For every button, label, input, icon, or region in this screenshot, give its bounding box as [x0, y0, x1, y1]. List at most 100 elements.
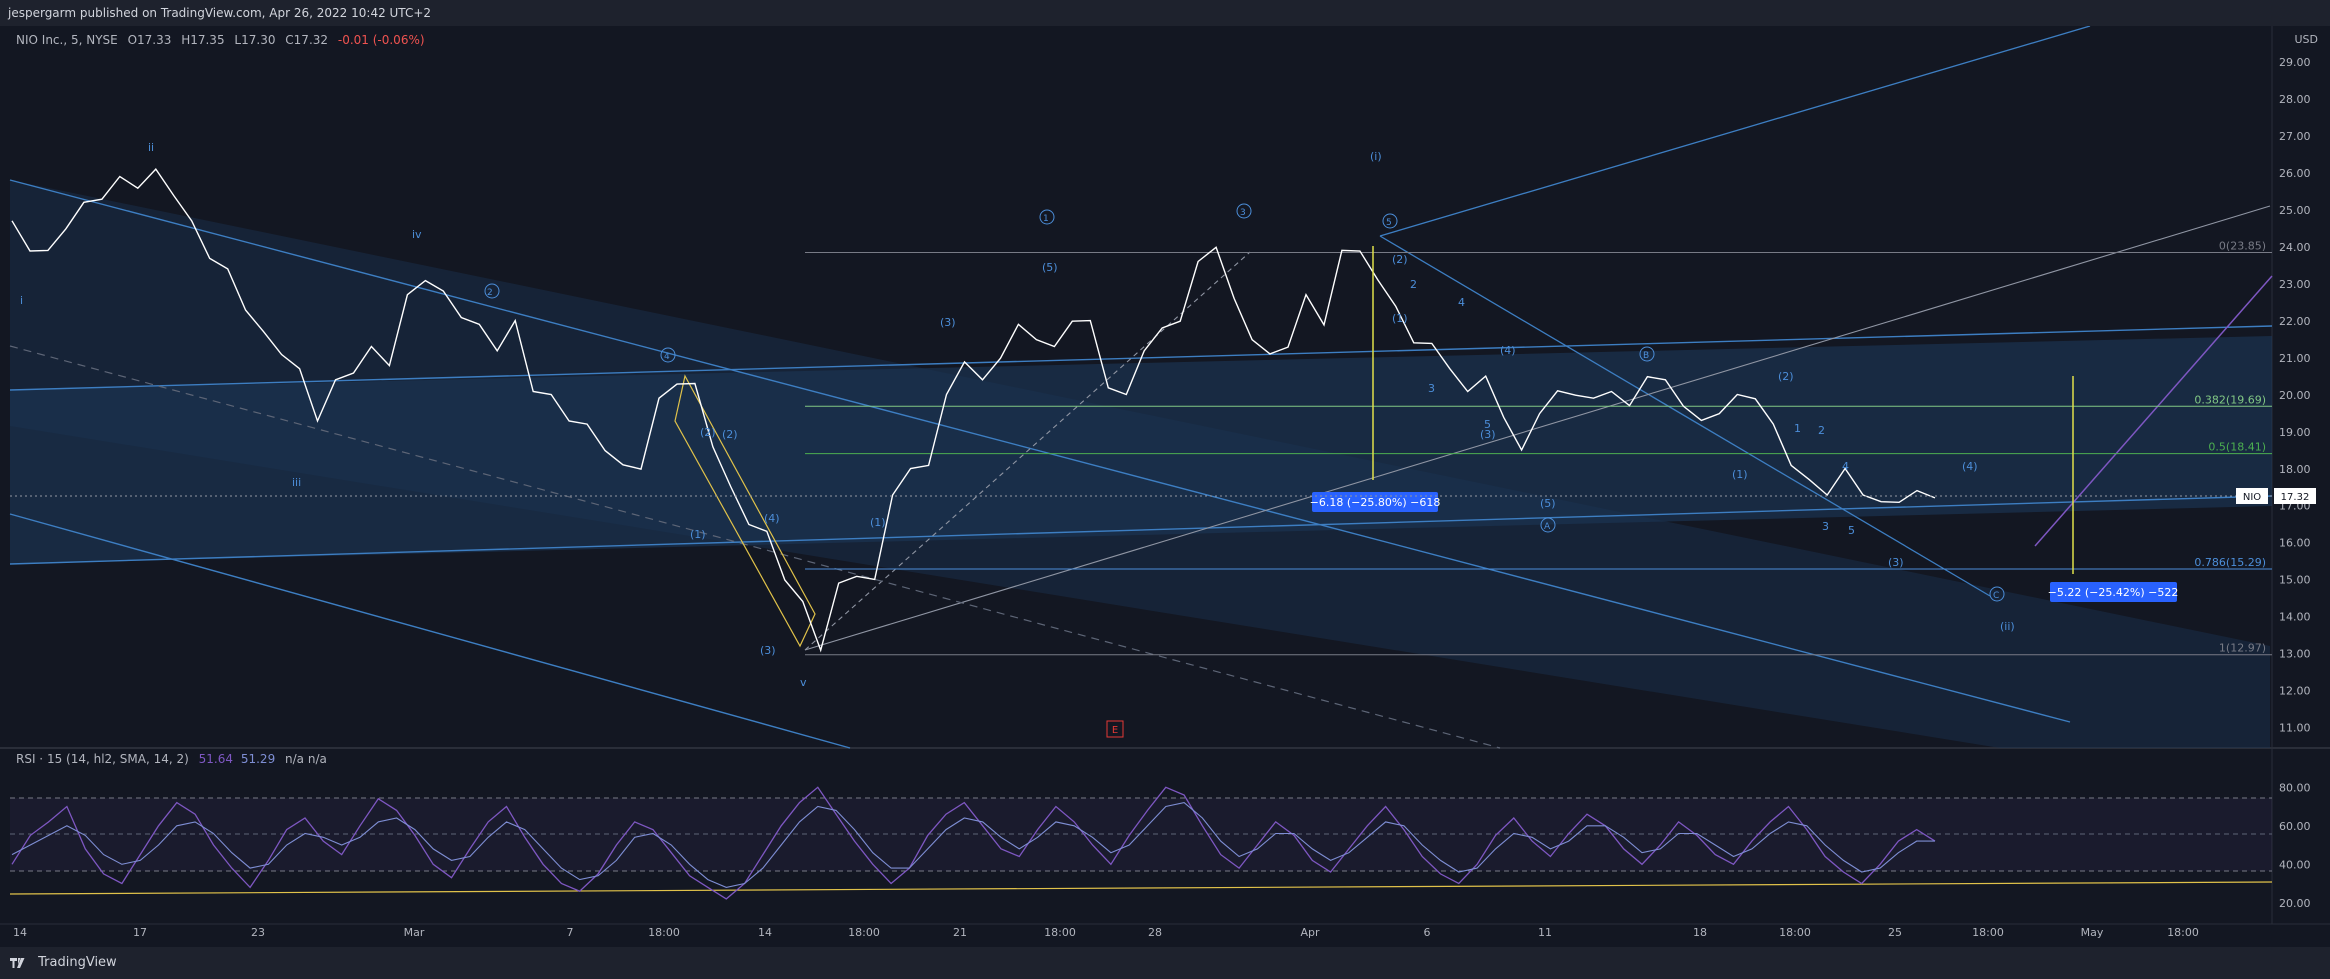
svg-text:(1): (1): [1732, 468, 1748, 481]
svg-text:(3): (3): [1888, 556, 1904, 569]
rsi-legend[interactable]: RSI · 15 (14, hl2, SMA, 14, 2) 51.64 51.…: [16, 752, 327, 766]
price-axis-tick: 20.00: [2279, 389, 2311, 402]
rsi-band: [10, 798, 2272, 871]
svg-text:(2): (2): [722, 428, 738, 441]
time-axis-tick: 18:00: [848, 926, 880, 939]
time-axis-tick: 18:00: [1044, 926, 1076, 939]
rsi-value-2: 51.29: [240, 752, 276, 766]
time-axis-tick: May: [2081, 926, 2104, 939]
svg-text:(1): (1): [870, 516, 886, 529]
svg-text:(5): (5): [1540, 497, 1556, 510]
fib-label: 1(12.97): [2219, 642, 2266, 655]
svg-text:3: 3: [1240, 208, 1246, 218]
svg-text:(2): (2): [1778, 370, 1794, 383]
svg-text:(3): (3): [760, 644, 776, 657]
svg-text:4: 4: [664, 352, 670, 362]
legend-change: -0.01 (-0.06%): [337, 33, 425, 47]
time-axis-tick: 11: [1538, 926, 1552, 939]
time-axis-tick: 14: [13, 926, 27, 939]
symbol-tag-text: NIO: [2243, 492, 2261, 503]
price-axis-tick: 13.00: [2279, 648, 2311, 661]
rsi-axis-tick: 20.00: [2279, 897, 2311, 910]
symbol-legend[interactable]: NIO Inc., 5, NYSE O17.33 H17.35 L17.30 C…: [16, 33, 431, 47]
svg-text:(1): (1): [1392, 312, 1408, 325]
price-axis-tick: 24.00: [2279, 241, 2311, 254]
fib-label: 0(23.85): [2219, 240, 2266, 253]
earnings-event-text: E: [1112, 725, 1118, 736]
time-axis-tick: Mar: [404, 926, 425, 939]
price-axis-tick: 23.00: [2279, 278, 2311, 291]
price-axis-tick: 12.00: [2279, 685, 2311, 698]
svg-text:(4): (4): [1962, 460, 1978, 473]
footer-brand: TradingView: [38, 955, 117, 970]
price-axis-tick: 27.00: [2279, 130, 2311, 143]
measure-box-2-text: −5.22 (−25.42%) −522: [2048, 586, 2179, 599]
time-axis-tick: 6: [1424, 926, 1431, 939]
svg-text:2: 2: [1410, 278, 1417, 291]
rsi-trendline: [9, 881, 2273, 895]
time-axis-tick: 18:00: [1779, 926, 1811, 939]
price-tag-text: 17.32: [2281, 492, 2310, 503]
svg-text:(4): (4): [1500, 344, 1516, 357]
time-axis-tick: 18:00: [648, 926, 680, 939]
fib-label: 0.786(15.29): [2194, 556, 2266, 569]
wave-label: iv: [412, 228, 422, 241]
currency-label[interactable]: USD: [2294, 33, 2318, 46]
svg-text:(1): (1): [690, 528, 706, 541]
legend-high: H17.35: [181, 33, 225, 47]
time-axis-tick: 18: [1693, 926, 1707, 939]
wave-label: v: [800, 676, 807, 689]
price-axis-tick: 11.00: [2279, 722, 2311, 735]
time-axis-tick: 25: [1888, 926, 1902, 939]
price-axis-tick: 18.00: [2279, 463, 2311, 476]
price-axis-tick: 28.00: [2279, 93, 2311, 106]
legend-open: O17.33: [127, 33, 172, 47]
time-axis[interactable]: 14 17 23 Mar 7 18:00 14 18:00 21 18:00 28 Apr 6 11 18 1…: [13, 926, 2199, 939]
svg-text:2: 2: [1818, 424, 1825, 437]
main-chart[interactable]: 0(23.85) 0.382(19.69) 0.5(18.41) 0.786(15.2…: [0, 26, 2330, 946]
time-axis-tick: 23: [251, 926, 265, 939]
svg-text:A: A: [1544, 522, 1551, 532]
svg-text:5: 5: [1484, 418, 1491, 431]
price-axis-tick: 25.00: [2279, 204, 2311, 217]
time-axis-tick: 17: [133, 926, 147, 939]
wave-label: ii: [148, 141, 154, 154]
fib-label: 0.5(18.41): [2208, 441, 2266, 454]
price-axis-tick: 29.00: [2279, 56, 2311, 69]
svg-text:C: C: [1993, 591, 1999, 601]
legend-symbol: NIO Inc., 5, NYSE: [16, 33, 118, 47]
wave-label: (ii): [2000, 620, 2015, 633]
rsi-axis-tick: 60.00: [2279, 820, 2311, 833]
svg-text:3: 3: [1428, 382, 1435, 395]
price-axis-tick: 14.00: [2279, 611, 2311, 624]
wave-label: (i): [1370, 150, 1382, 163]
svg-text:(4): (4): [764, 512, 780, 525]
legend-close: C17.32: [285, 33, 329, 47]
svg-text:(3): (3): [940, 316, 956, 329]
svg-text:5: 5: [1848, 524, 1855, 537]
measure-box-1-text: −6.18 (−25.80%) −618: [1310, 496, 1441, 509]
time-axis-tick: 14: [758, 926, 772, 939]
svg-text:4: 4: [1842, 460, 1849, 473]
svg-text:5: 5: [1386, 218, 1392, 228]
tradingview-logo-icon: [10, 957, 25, 968]
svg-text:1: 1: [1043, 214, 1049, 224]
svg-text:(2): (2): [700, 426, 716, 439]
rsi-label: RSI · 15 (14, hl2, SMA, 14, 2): [16, 752, 189, 766]
rsi-axis-tick: 80.00: [2279, 781, 2311, 794]
rsi-pane: 20.00 40.00 60.00 80.00: [9, 781, 2311, 910]
price-axis-tick: 16.00: [2279, 537, 2311, 550]
time-axis-tick: 28: [1148, 926, 1162, 939]
price-axis-tick: 21.00: [2279, 352, 2311, 365]
price-axis-tick: 26.00: [2279, 167, 2311, 180]
footer-bar: TradingView: [0, 947, 2330, 979]
price-axis-tick: 19.00: [2279, 426, 2311, 439]
svg-text:2: 2: [487, 288, 493, 298]
price-axis[interactable]: 11.0012.0013.0014.0015.0016.0017.0018.00…: [2279, 56, 2311, 734]
rsi-axis: 20.00 40.00 60.00 80.00: [2279, 781, 2311, 910]
publisher-text: jespergarm published on TradingView.com,…: [8, 6, 432, 20]
publisher-bar: jespergarm published on TradingView.com,…: [0, 0, 2330, 26]
wave-label: i: [20, 294, 23, 307]
pitchfork-upper: [1379, 26, 2091, 237]
time-axis-tick: 18:00: [1972, 926, 2004, 939]
